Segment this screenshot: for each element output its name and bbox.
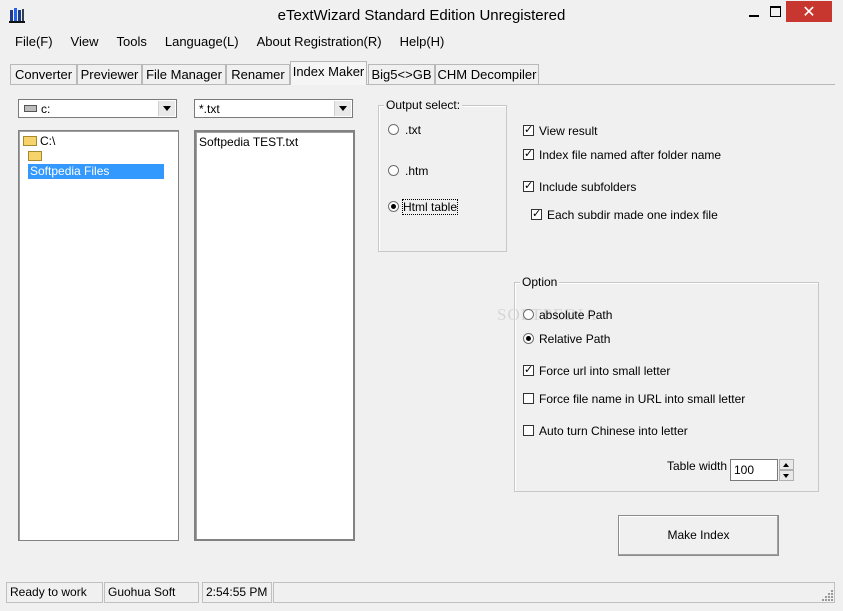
- tab-converter[interactable]: Converter: [10, 64, 77, 84]
- view-result-checkbox[interactable]: [523, 123, 534, 136]
- option-title: Option: [520, 275, 560, 289]
- chevron-down-icon[interactable]: [158, 101, 175, 116]
- resize-grip-icon[interactable]: [822, 590, 834, 602]
- menu-language[interactable]: Language(L): [156, 32, 248, 52]
- force-url-lower-checkbox[interactable]: [523, 363, 534, 376]
- relative-path-label[interactable]: Relative Path: [539, 332, 610, 346]
- make-index-button[interactable]: Make Index: [618, 515, 779, 556]
- radio-relative-path[interactable]: [523, 333, 534, 344]
- status-time: 2:54:55 PM: [202, 582, 272, 603]
- folder-open-icon: [28, 151, 42, 161]
- tree-item-root[interactable]: C:\: [23, 134, 55, 149]
- force-filename-lower-checkbox[interactable]: [523, 393, 534, 404]
- menu-view[interactable]: View: [62, 32, 108, 52]
- index-named-checkbox[interactable]: [523, 147, 534, 160]
- each-subdir-checkbox[interactable]: [531, 207, 542, 220]
- menu-file[interactable]: File(F): [6, 32, 62, 52]
- drive-select-value: c:: [41, 102, 51, 116]
- include-subfolders-checkbox[interactable]: [523, 179, 534, 192]
- status-ready: Ready to work: [6, 582, 103, 603]
- filter-select[interactable]: *.txt: [194, 99, 353, 118]
- radio-absolute-path[interactable]: [523, 309, 534, 320]
- view-result-label[interactable]: View result: [539, 124, 597, 138]
- tab-previewer[interactable]: Previewer: [77, 64, 142, 84]
- index-named-label[interactable]: Index file named after folder name: [539, 148, 721, 162]
- file-list[interactable]: Softpedia TEST.txt: [194, 130, 355, 541]
- tab-index-maker[interactable]: Index Maker: [290, 61, 367, 85]
- folder-open-icon: [23, 136, 37, 146]
- output-select-title: Output select:: [384, 98, 463, 112]
- force-url-lower-label[interactable]: Force url into small letter: [539, 364, 670, 378]
- auto-chinese-label[interactable]: Auto turn Chinese into letter: [539, 424, 688, 438]
- radio-htm[interactable]: [388, 165, 399, 176]
- close-button[interactable]: ✕: [786, 1, 832, 22]
- menu-about-registration[interactable]: About Registration(R): [248, 32, 391, 52]
- radio-html-table[interactable]: [388, 201, 399, 212]
- tab-file-manager[interactable]: File Manager: [142, 64, 226, 84]
- tree-item-softpedia-files[interactable]: Softpedia Files: [28, 149, 178, 179]
- status-company: Guohua Soft: [104, 582, 199, 603]
- radio-txt[interactable]: [388, 124, 399, 135]
- force-filename-lower-label[interactable]: Force file name in URL into small letter: [539, 392, 745, 406]
- tree-item-label: C:\: [40, 134, 56, 148]
- tab-chm-decompiler[interactable]: CHM Decompiler: [435, 64, 539, 84]
- tab-divider: [10, 84, 835, 85]
- menu-bar: File(F) View Tools Language(L) About Reg…: [6, 32, 453, 52]
- menu-help[interactable]: Help(H): [391, 32, 454, 52]
- chevron-down-icon[interactable]: [334, 101, 351, 116]
- tab-renamer[interactable]: Renamer: [226, 64, 290, 84]
- table-width-input[interactable]: 100: [730, 459, 778, 481]
- tree-item-label: Softpedia Files: [28, 164, 164, 179]
- spin-up-button[interactable]: [779, 459, 794, 470]
- radio-txt-label[interactable]: .txt: [405, 123, 421, 137]
- include-subfolders-label[interactable]: Include subfolders: [539, 180, 636, 194]
- radio-htm-label[interactable]: .htm: [405, 164, 428, 178]
- filter-select-value: *.txt: [199, 102, 220, 116]
- auto-chinese-checkbox[interactable]: [523, 425, 534, 436]
- window-title: eTextWizard Standard Edition Unregistere…: [277, 7, 566, 24]
- status-empty: [273, 582, 835, 603]
- radio-html-table-label[interactable]: Html table: [401, 199, 459, 215]
- absolute-path-label[interactable]: absolute Path: [539, 308, 612, 322]
- spin-down-button[interactable]: [779, 470, 794, 481]
- menu-tools[interactable]: Tools: [108, 32, 156, 52]
- table-width-value: 100: [734, 463, 755, 477]
- list-item[interactable]: Softpedia TEST.txt: [199, 135, 298, 150]
- folder-tree[interactable]: C:\ Softpedia Files: [18, 130, 179, 541]
- each-subdir-label[interactable]: Each subdir made one index file: [547, 208, 718, 222]
- drive-icon: [24, 105, 37, 112]
- tab-big5-gb[interactable]: Big5<>GB: [368, 64, 435, 84]
- drive-select[interactable]: c:: [18, 99, 177, 118]
- table-width-label: Table width: [667, 459, 728, 473]
